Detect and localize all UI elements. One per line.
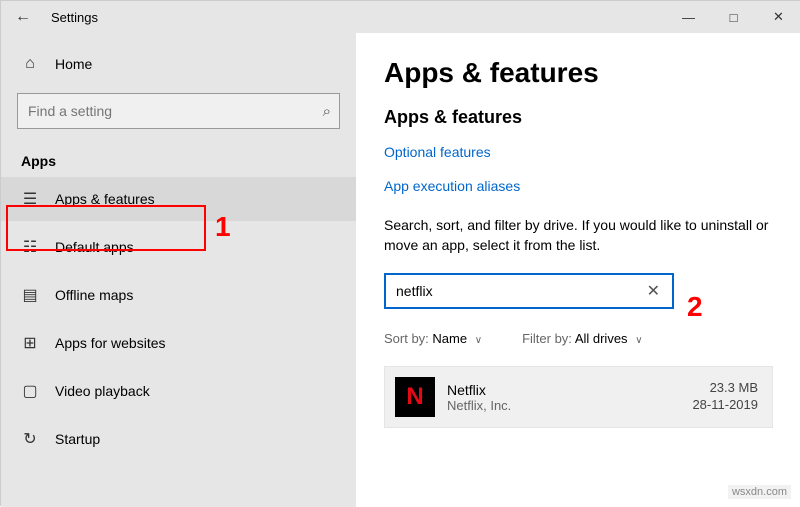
- sidebar-item-label: Offline maps: [55, 287, 133, 303]
- sidebar-item-apps-for-websites[interactable]: ⊞ Apps for websites: [1, 321, 356, 365]
- app-search[interactable]: ✕: [384, 273, 674, 309]
- list-icon: ☰: [21, 189, 39, 209]
- app-list-item[interactable]: N Netflix Netflix, Inc. 23.3 MB 28-11-20…: [384, 366, 773, 428]
- sort-by-dropdown[interactable]: Sort by: Name ∨: [384, 331, 482, 346]
- window-title: Settings: [51, 10, 98, 25]
- sidebar-section-label: Apps: [1, 139, 356, 175]
- chevron-down-icon: ∨: [475, 335, 482, 346]
- sidebar-item-apps-features[interactable]: ☰ Apps & features: [1, 177, 356, 221]
- section-title: Apps & features: [384, 107, 773, 128]
- back-button[interactable]: ←: [9, 4, 37, 30]
- websites-icon: ⊞: [21, 333, 39, 353]
- chevron-down-icon: ∨: [635, 335, 642, 346]
- app-publisher: Netflix, Inc.: [447, 398, 680, 413]
- maximize-button[interactable]: □: [711, 1, 756, 33]
- sidebar-item-label: Startup: [55, 431, 100, 447]
- filter-by-dropdown[interactable]: Filter by: All drives ∨: [522, 331, 642, 346]
- sort-value: Name: [432, 331, 467, 346]
- app-icon: N: [395, 377, 435, 417]
- sidebar-item-startup[interactable]: ↻ Startup: [1, 417, 356, 461]
- watermark: wsxdn.com: [728, 485, 791, 499]
- app-size: 23.3 MB: [692, 380, 758, 397]
- sidebar: ⌂ Home ⌕ Apps ☰ Apps & features ☷ Defaul…: [1, 33, 356, 507]
- settings-window: ← Settings — □ ✕ ⌂ Home ⌕ Apps ☰ Apps & …: [1, 1, 800, 507]
- default-apps-icon: ☷: [21, 237, 39, 257]
- sidebar-home-label: Home: [55, 56, 92, 72]
- sidebar-item-offline-maps[interactable]: ▤ Offline maps: [1, 273, 356, 317]
- map-icon: ▤: [21, 285, 39, 305]
- sort-label: Sort by:: [384, 331, 429, 346]
- sidebar-home[interactable]: ⌂ Home: [1, 45, 356, 83]
- link-optional-features[interactable]: Optional features: [384, 144, 773, 160]
- clear-icon[interactable]: ✕: [643, 281, 664, 301]
- link-app-execution-aliases[interactable]: App execution aliases: [384, 178, 773, 194]
- home-icon: ⌂: [21, 55, 39, 73]
- app-name: Netflix: [447, 382, 680, 398]
- sidebar-item-label: Apps & features: [55, 191, 155, 207]
- sidebar-item-label: Apps for websites: [55, 335, 166, 351]
- sort-filter-row: Sort by: Name ∨ Filter by: All drives ∨: [384, 331, 773, 346]
- filter-value: All drives: [575, 331, 628, 346]
- section-description: Search, sort, and filter by drive. If yo…: [384, 216, 773, 255]
- window-controls: — □ ✕: [666, 1, 800, 33]
- close-button[interactable]: ✕: [756, 1, 800, 33]
- app-date: 28-11-2019: [692, 397, 758, 414]
- sidebar-item-default-apps[interactable]: ☷ Default apps: [1, 225, 356, 269]
- sidebar-search-input[interactable]: [28, 103, 323, 119]
- sidebar-item-video-playback[interactable]: ▢ Video playback: [1, 369, 356, 413]
- video-icon: ▢: [21, 381, 39, 401]
- search-icon: ⌕: [323, 103, 331, 120]
- minimize-button[interactable]: —: [666, 1, 711, 33]
- filter-label: Filter by:: [522, 331, 572, 346]
- sidebar-item-label: Video playback: [55, 383, 150, 399]
- page-title: Apps & features: [384, 57, 773, 89]
- app-search-input[interactable]: [396, 283, 643, 299]
- startup-icon: ↻: [21, 429, 39, 449]
- sidebar-search[interactable]: ⌕: [17, 93, 340, 129]
- titlebar: ← Settings — □ ✕: [1, 1, 800, 33]
- sidebar-item-label: Default apps: [55, 239, 134, 255]
- main-content: Apps & features Apps & features Optional…: [356, 33, 800, 507]
